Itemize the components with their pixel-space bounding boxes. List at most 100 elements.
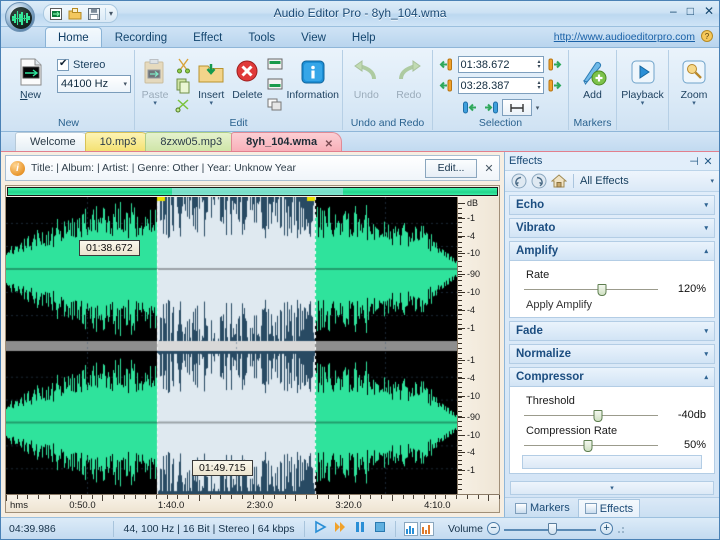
volume-decrease-button[interactable]: −: [487, 522, 500, 535]
paste-button[interactable]: Paste ▾: [138, 53, 172, 106]
chevron-down-icon[interactable]: ▾: [704, 350, 708, 358]
selection-end-input[interactable]: 03:28.387 ▴▾: [458, 77, 544, 94]
doc-tab-welcome[interactable]: Welcome: [15, 132, 91, 151]
compressor-apply-placeholder[interactable]: [522, 455, 702, 469]
chevron-down-icon[interactable]: ▾: [704, 201, 708, 209]
effect-header-amplify[interactable]: Amplify ▴: [509, 241, 715, 261]
threshold-slider[interactable]: [524, 410, 658, 420]
back-icon[interactable]: [510, 173, 527, 190]
slider-knob[interactable]: [548, 523, 557, 535]
maximize-button[interactable]: □: [687, 5, 694, 17]
effect-header-echo[interactable]: Echo ▾: [509, 195, 715, 215]
playback-button[interactable]: Playback ▾: [620, 53, 665, 106]
effects-scroll-down-button[interactable]: ▾: [510, 481, 714, 495]
goto-end-icon[interactable]: [547, 78, 563, 94]
add-marker-button[interactable]: Add: [572, 53, 613, 101]
compression-rate-slider-row[interactable]: 50%: [518, 439, 706, 451]
chevron-up-icon[interactable]: ▴: [704, 247, 708, 255]
pause-icon[interactable]: [353, 520, 367, 537]
tab-help[interactable]: Help: [339, 27, 389, 47]
play-icon[interactable]: [313, 520, 327, 537]
effects-category-select[interactable]: All Effects: [580, 175, 707, 187]
resize-grip[interactable]: [617, 524, 627, 534]
threshold-slider-row[interactable]: -40db: [518, 409, 706, 421]
chevron-down-icon[interactable]: ▾: [153, 101, 157, 106]
chevron-down-icon[interactable]: ▾: [209, 101, 213, 106]
chevron-up-icon[interactable]: ▴: [704, 373, 708, 381]
chevron-down-icon[interactable]: ▾: [704, 224, 708, 232]
sample-rate-select[interactable]: 44100 Hz ▾: [57, 75, 131, 93]
doc-tab-8zxw05mp3[interactable]: 8zxw05.mp3: [145, 132, 237, 151]
home-icon[interactable]: [550, 173, 567, 190]
minimize-button[interactable]: –: [670, 5, 677, 17]
selection-length-button[interactable]: [502, 99, 532, 116]
chevron-down-icon[interactable]: ▾: [536, 104, 540, 112]
doc-tab-10mp3[interactable]: 10.mp3: [85, 132, 152, 151]
open-icon[interactable]: [48, 6, 64, 22]
slider-knob[interactable]: [584, 440, 593, 452]
crop-icon[interactable]: [266, 96, 284, 114]
fast-forward-icon[interactable]: [333, 520, 347, 537]
stereo-checkbox[interactable]: [57, 59, 69, 71]
close-metadata-icon[interactable]: ✕: [483, 162, 495, 175]
waveform-display[interactable]: [6, 197, 457, 494]
select-right-icon[interactable]: [482, 100, 498, 116]
zoom-button[interactable]: Zoom ▾: [672, 53, 716, 106]
stereo-checkbox-row[interactable]: Stereo: [57, 55, 131, 71]
delete-button[interactable]: Delete: [230, 53, 264, 101]
undo-button[interactable]: Undo: [346, 53, 387, 101]
tab-recording[interactable]: Recording: [102, 27, 180, 47]
trim-bottom-icon[interactable]: [266, 76, 284, 94]
help-icon[interactable]: ?: [699, 29, 715, 45]
cut-icon[interactable]: [174, 56, 192, 74]
folder-icon[interactable]: [67, 6, 83, 22]
overview-scrollbar[interactable]: [7, 187, 498, 196]
effect-header-normalize[interactable]: Normalize ▾: [509, 344, 715, 364]
selection-start-input[interactable]: 01:38.672 ▴▾: [458, 56, 544, 73]
tab-effects[interactable]: Effects: [578, 499, 640, 517]
forward-icon[interactable]: [530, 173, 547, 190]
chevron-down-icon[interactable]: ▾: [704, 327, 708, 335]
tab-view[interactable]: View: [288, 27, 339, 47]
doc-tab-8yh104wma[interactable]: 8yh_104.wma ✕: [231, 132, 342, 151]
time-ruler[interactable]: hms 0:50.01:40.02:30.03:20.04:10.0: [6, 494, 499, 512]
mark-end-icon[interactable]: [439, 78, 455, 94]
overview-selection[interactable]: [172, 188, 343, 195]
website-link[interactable]: http://www.audioeditorpro.com: [554, 31, 695, 43]
effect-header-vibrato[interactable]: Vibrato ▾: [509, 218, 715, 238]
new-button[interactable]: New: [6, 53, 55, 101]
effects-list[interactable]: Echo ▾ Vibrato ▾ Amplify ▴: [505, 192, 719, 481]
copy-icon[interactable]: [174, 76, 192, 94]
compression-rate-slider[interactable]: [524, 440, 658, 450]
scissors-icon[interactable]: [174, 96, 192, 114]
close-icon[interactable]: ✕: [325, 136, 333, 154]
edit-metadata-button[interactable]: Edit...: [425, 159, 477, 178]
effect-header-fade[interactable]: Fade ▾: [509, 321, 715, 341]
effect-header-compressor[interactable]: Compressor ▴: [509, 367, 715, 387]
trim-top-icon[interactable]: [266, 56, 284, 74]
close-icon[interactable]: ✕: [701, 155, 715, 168]
chevron-down-icon[interactable]: ▾: [692, 101, 696, 106]
app-menu-orb[interactable]: [5, 2, 35, 32]
save-icon[interactable]: [86, 6, 102, 22]
amplify-rate-slider-row[interactable]: 120%: [518, 283, 706, 295]
apply-amplify-button[interactable]: Apply Amplify: [526, 299, 706, 311]
spinner-arrows[interactable]: ▴▾: [537, 60, 540, 70]
volume-slider[interactable]: [504, 523, 596, 535]
chevron-down-icon[interactable]: ▾: [641, 101, 645, 106]
mark-start-icon[interactable]: [439, 57, 455, 73]
select-left-icon[interactable]: [462, 100, 478, 116]
stop-icon[interactable]: [373, 520, 387, 537]
waveform-canvas-area[interactable]: 01:38.672 01:49.715: [6, 197, 457, 494]
qat-more-icon[interactable]: ▾: [109, 10, 113, 18]
tab-home[interactable]: Home: [45, 27, 102, 47]
slider-knob[interactable]: [597, 284, 606, 296]
chevron-down-icon[interactable]: ▾: [710, 177, 714, 185]
insert-button[interactable]: Insert ▾: [194, 53, 228, 106]
tab-tools[interactable]: Tools: [235, 27, 288, 47]
tab-effect[interactable]: Effect: [180, 27, 235, 47]
pin-icon[interactable]: ⊣: [687, 155, 701, 168]
tab-markers[interactable]: Markers: [509, 499, 576, 517]
information-button[interactable]: Information: [286, 53, 339, 101]
slider-knob[interactable]: [593, 410, 602, 422]
